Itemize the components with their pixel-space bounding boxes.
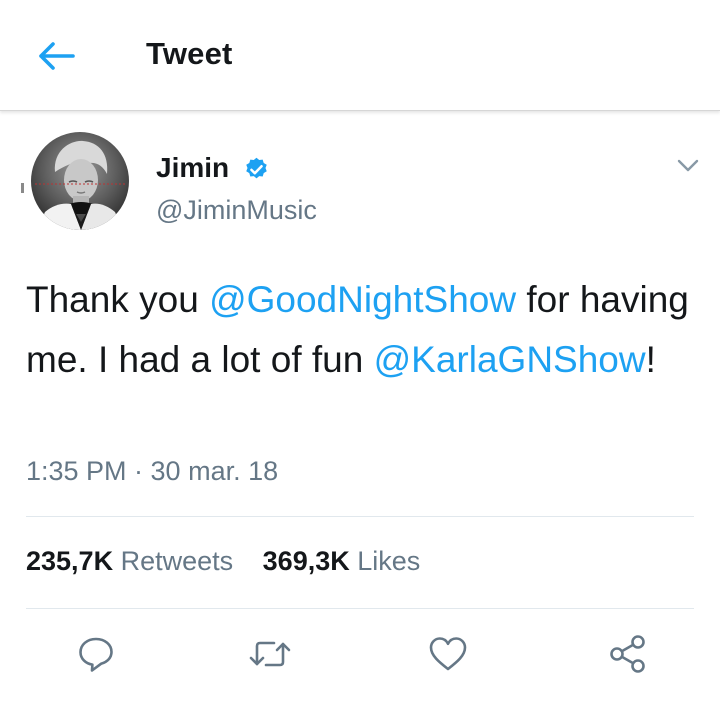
page-title: Tweet xyxy=(146,36,233,71)
retweets-count: 235,7K xyxy=(26,546,114,576)
tweet-timestamp: 1:35 PM · 30 mar. 18 xyxy=(26,456,279,486)
avatar-photo xyxy=(31,132,129,230)
tweet-text-segment: ! xyxy=(645,339,656,380)
back-button[interactable] xyxy=(28,30,84,82)
verified-badge-icon xyxy=(246,157,267,179)
share-icon xyxy=(610,635,645,673)
avatar[interactable] xyxy=(31,132,129,230)
heart-icon xyxy=(429,637,467,671)
reply-icon xyxy=(79,637,113,672)
tweet-menu-button[interactable] xyxy=(676,156,700,176)
mention-link[interactable]: @GoodNightShow xyxy=(209,279,516,320)
tweet-text: Thank you @GoodNightShow for having me. … xyxy=(26,270,696,390)
edge-mark xyxy=(21,183,24,193)
arrow-left-icon xyxy=(39,42,75,70)
retweet-icon xyxy=(249,641,291,667)
retweet-button[interactable] xyxy=(246,630,294,678)
like-button[interactable] xyxy=(424,630,472,678)
chevron-down-icon xyxy=(677,159,699,172)
author-handle[interactable]: @JiminMusic xyxy=(156,195,317,226)
likes-stat[interactable]: 369,3K Likes xyxy=(263,546,421,576)
retweets-label: Retweets xyxy=(113,546,234,576)
likes-label: Likes xyxy=(349,546,421,576)
tweet-text-segment: Thank you xyxy=(26,279,210,320)
divider xyxy=(26,516,694,517)
share-button[interactable] xyxy=(604,630,652,678)
mention-link[interactable]: @KarlaGNShow xyxy=(374,339,646,380)
likes-count: 369,3K xyxy=(262,546,350,576)
reply-button[interactable] xyxy=(72,630,120,678)
top-app-bar: Tweet xyxy=(0,0,720,111)
divider xyxy=(26,608,694,609)
retweets-stat[interactable]: 235,7K Retweets xyxy=(26,546,233,576)
engagement-stats: 235,7K Retweets 369,3K Likes xyxy=(26,546,420,577)
author-name[interactable]: Jimin xyxy=(156,152,229,184)
tweet-detail-screen: Tweet Jimin @JiminMusic Thank you @GoodN… xyxy=(0,0,720,708)
